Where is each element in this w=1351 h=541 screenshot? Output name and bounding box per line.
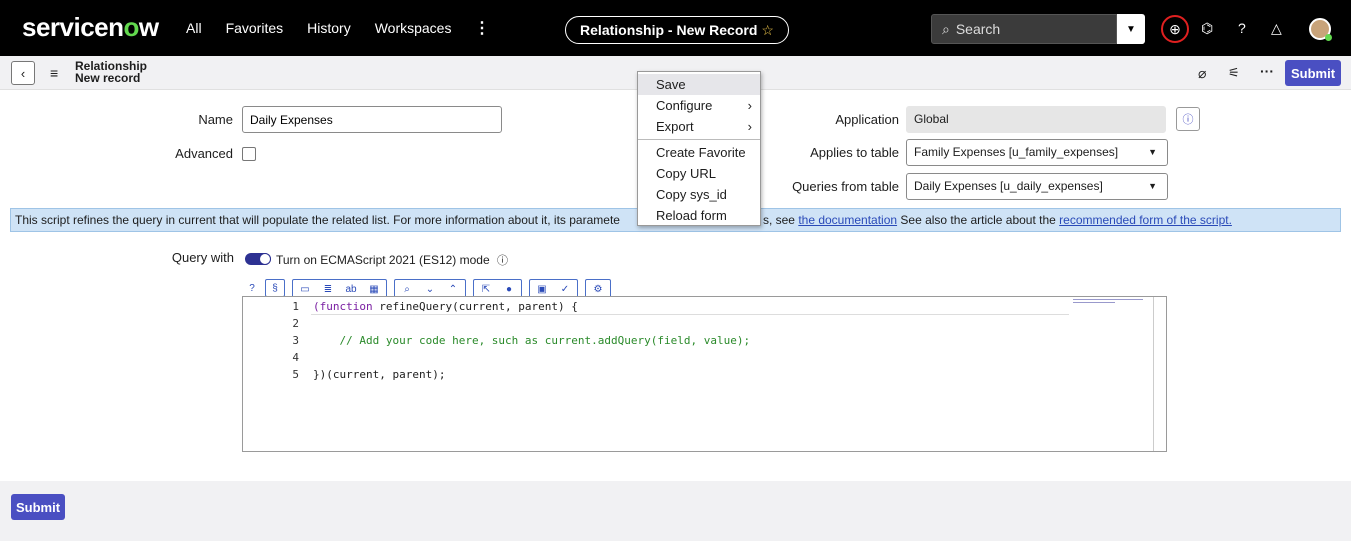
recommended-form-link[interactable]: recommended form of the script. [1059, 213, 1232, 227]
nav-all[interactable]: All [186, 20, 202, 36]
es12-toggle[interactable] [245, 253, 271, 265]
top-navigation: servicenow All Favorites History Workspa… [0, 0, 1351, 56]
name-label: Name [198, 112, 233, 127]
line-number: 1 [292, 300, 299, 313]
submit-button-bottom[interactable]: Submit [11, 494, 65, 520]
chevron-down-icon: ▼ [1148, 181, 1157, 191]
menu-item-export[interactable]: Export › [638, 116, 760, 137]
menu-item-create-favorite[interactable]: Create Favorite [638, 142, 760, 163]
form-context-menu: Save Configure › Export › Create Favorite … [637, 71, 761, 226]
submit-button-top[interactable]: Submit [1285, 60, 1341, 86]
search-placeholder: Search [955, 21, 1001, 37]
code-line-1: (function refineQuery(current, parent) { [313, 300, 578, 313]
current-line-marker [311, 314, 1069, 315]
globe-icon[interactable]: ⊕ [1161, 15, 1189, 43]
settings-sliders-icon[interactable]: ⚟ [1228, 65, 1240, 81]
nav-favorites[interactable]: Favorites [226, 20, 284, 36]
advanced-label: Advanced [175, 146, 233, 161]
help-icon[interactable]: ⓘ [497, 255, 508, 267]
search-scope-dropdown[interactable]: ▼ [1117, 14, 1145, 44]
form-menu-icon[interactable]: ≡ [50, 65, 58, 81]
info-text-mid: s, see [762, 213, 799, 227]
bell-icon[interactable]: △ [1271, 20, 1282, 37]
search-icon: ⌕ [942, 20, 950, 37]
query-with-label: Query with [171, 250, 234, 265]
es12-toggle-label: Turn on ECMAScript 2021 (ES12) mode ⓘ [276, 253, 508, 267]
record-title-state: New record [75, 71, 141, 85]
menu-divider [638, 139, 760, 140]
menu-item-save[interactable]: Save [638, 74, 760, 95]
chevron-down-icon: ▼ [1148, 147, 1157, 157]
documentation-link[interactable]: the documentation [798, 213, 897, 227]
line-number: 3 [292, 334, 299, 347]
applies-to-table-select[interactable]: Family Expenses [u_family_expenses] ▼ [906, 139, 1168, 166]
nav-history[interactable]: History [307, 20, 351, 36]
name-field[interactable] [242, 106, 502, 133]
code-minimap[interactable] [1073, 299, 1143, 309]
code-line-3: // Add your code here, such as current.a… [313, 334, 751, 347]
chevron-right-icon: › [747, 119, 752, 134]
applies-to-table-value: Family Expenses [u_family_expenses] [914, 145, 1119, 159]
nav-links: All Favorites History Workspaces [186, 20, 451, 36]
servicenow-logo[interactable]: servicenow [22, 12, 159, 43]
code-line-5: })(current, parent); [313, 368, 446, 381]
back-button[interactable]: ‹ [11, 61, 35, 85]
advanced-checkbox[interactable] [242, 147, 256, 161]
toggle-syntax-icon[interactable]: § [265, 279, 285, 297]
editor-scrollbar[interactable] [1153, 297, 1154, 451]
application-field: Global [906, 106, 1166, 133]
line-number: 4 [292, 351, 299, 364]
favorite-star-icon[interactable]: ☆ [761, 22, 774, 39]
chat-icon[interactable]: ⌬ [1201, 20, 1213, 37]
search-input[interactable]: ⌕ Search [931, 14, 1117, 44]
queries-from-table-label: Queries from table [792, 179, 899, 194]
menu-item-reload-form[interactable]: Reload form [638, 205, 760, 226]
info-icon[interactable]: ⓘ [1176, 107, 1200, 131]
queries-from-table-select[interactable]: Daily Expenses [u_daily_expenses] ▼ [906, 173, 1168, 200]
record-title-pill[interactable]: Relationship - New Record ☆ [565, 16, 789, 44]
more-menu-icon[interactable]: ⋮ [474, 18, 490, 38]
chevron-left-icon: ‹ [20, 65, 26, 81]
record-title: Relationship New record [75, 60, 147, 84]
line-number: 2 [292, 317, 299, 330]
help-icon[interactable]: ? [1238, 20, 1246, 36]
menu-item-configure[interactable]: Configure › [638, 95, 760, 116]
chevron-right-icon: › [747, 98, 752, 113]
paperclip-icon[interactable]: ⌀ [1198, 65, 1206, 82]
more-actions-icon[interactable]: ··· [1260, 63, 1274, 79]
form-footer [0, 481, 1351, 541]
avatar[interactable] [1309, 18, 1332, 41]
line-number: 5 [292, 368, 299, 381]
queries-from-table-value: Daily Expenses [u_daily_expenses] [914, 179, 1103, 193]
help-icon[interactable]: ? [242, 279, 262, 297]
script-editor[interactable]: 1 2 3 4 5 (function refineQuery(current,… [242, 296, 1167, 452]
info-text-after: See also the article about the [897, 213, 1060, 227]
menu-item-copy-url[interactable]: Copy URL [638, 163, 760, 184]
nav-workspaces[interactable]: Workspaces [375, 20, 452, 36]
applies-to-table-label: Applies to table [810, 145, 899, 160]
info-text-start: This script refines the query in current… [15, 213, 620, 227]
application-label: Application [835, 112, 899, 127]
record-pill-label: Relationship - New Record [580, 22, 758, 38]
menu-item-copy-sys-id[interactable]: Copy sys_id [638, 184, 760, 205]
